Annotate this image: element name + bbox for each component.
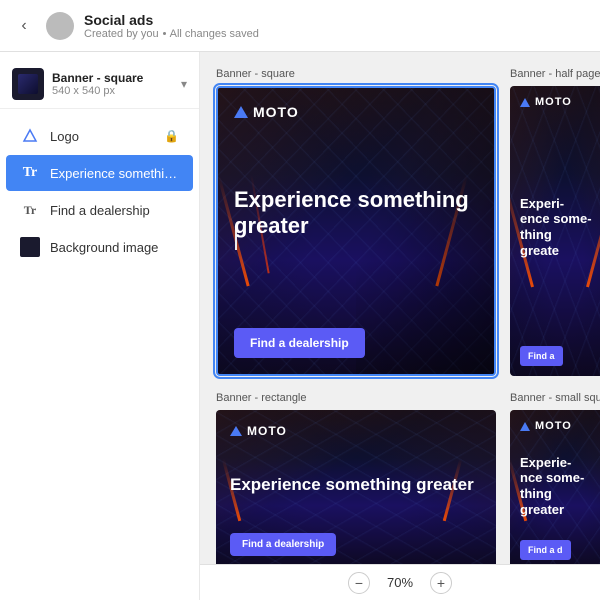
cta-button-3[interactable]: Find a dealership (230, 533, 336, 556)
cta-button-4[interactable]: Find a d (520, 540, 571, 560)
banner-halfpage-cta: Find a (520, 346, 600, 366)
avatar (46, 12, 74, 40)
banner-thumbnail (12, 68, 44, 100)
background-layer-label: Background image (50, 240, 179, 255)
sidebar-item-experience[interactable]: Tr Experience something... (6, 155, 193, 191)
zoom-plus-button[interactable]: + (430, 572, 452, 594)
moto-text-3: MOTO (247, 424, 287, 438)
banner-name: Banner - square (52, 71, 173, 85)
moto-text-2: MOTO (535, 96, 572, 108)
banner-middle-content: Experience something greater (234, 187, 478, 262)
sidebar-item-dealership[interactable]: Tr Find a dealership (6, 192, 193, 228)
moto-logo: MOTO (234, 104, 478, 120)
banner-square[interactable]: MOTO Experience something greater Find a… (216, 86, 496, 376)
canvas-row-1: Banner - square MOTO Experience somethin… (216, 68, 584, 376)
banner-smallsq-container: Banner - small square MOTO Experie-nce s… (510, 392, 600, 570)
moto-triangle-icon-3 (230, 426, 242, 436)
dealership-layer-label: Find a dealership (50, 203, 179, 218)
banner-rect-content: Experience something greater (230, 475, 482, 495)
banner-smallsq-content: Experie-nce some-thinggreater (520, 455, 600, 517)
moto-logo-2: MOTO (520, 96, 600, 108)
zoom-plus-icon: + (437, 575, 445, 591)
topbar-info: Social ads Created by you All changes sa… (84, 12, 259, 40)
save-status: All changes saved (170, 28, 259, 40)
app-layout: Banner - square 540 x 540 px ▾ Logo 🔒 (0, 52, 600, 600)
moto-triangle-icon (234, 106, 248, 118)
moto-triangle-icon-2 (520, 98, 530, 107)
banner-rect-cta: Find a dealership (230, 533, 482, 556)
banner-headline: Experience something greater (234, 187, 478, 240)
text-icon: Tr (20, 163, 40, 183)
experience-layer-label: Experience something... (50, 166, 179, 181)
canvas-row-2: Banner - rectangle MOTO Experience somet… (216, 392, 584, 570)
background-icon (20, 237, 40, 257)
sidebar-item-logo[interactable]: Logo 🔒 (6, 118, 193, 154)
banner-square-label: Banner - square (216, 68, 496, 80)
moto-triangle-icon-4 (520, 422, 530, 431)
banner-halfpage-label: Banner - half page (510, 68, 600, 80)
banner-rect-label: Banner - rectangle (216, 392, 496, 404)
banner-cta-area: Find a dealership (234, 328, 478, 358)
banner-square-container: Banner - square MOTO Experience somethin… (216, 68, 496, 376)
page-title: Social ads (84, 12, 259, 28)
cta-button[interactable]: Find a dealership (234, 328, 365, 358)
banner-info: Banner - square 540 x 540 px (52, 71, 173, 97)
zoom-minus-button[interactable]: − (348, 572, 370, 594)
layer-list: Logo 🔒 Tr Experience something... Tr Fin… (0, 109, 199, 274)
banner-smallsq-label: Banner - small square (510, 392, 600, 404)
back-icon: ‹ (21, 17, 26, 35)
moto-logo-3: MOTO (230, 424, 482, 438)
banner-halfpage-headline: Experi-ence some-thinggreate (520, 196, 592, 258)
sidebar: Banner - square 540 x 540 px ▾ Logo 🔒 (0, 52, 200, 600)
topbar-subtitle: Created by you All changes saved (84, 28, 259, 40)
banner-small-square[interactable]: MOTO Experie-nce some-thinggreater Find … (510, 410, 600, 570)
main-canvas: Banner - square MOTO Experience somethin… (200, 52, 600, 600)
banner-rect-container: Banner - rectangle MOTO Experience somet… (216, 392, 496, 570)
logo-icon (20, 126, 40, 146)
moto-logo-4: MOTO (520, 420, 600, 432)
logo-layer-label: Logo (50, 129, 154, 144)
lock-icon: 🔒 (164, 129, 179, 143)
text2-icon: Tr (20, 200, 40, 220)
banner-smallsq-headline: Experie-nce some-thinggreater (520, 455, 600, 517)
zoom-bar: − 70% + (200, 564, 600, 600)
banner-rectangle[interactable]: MOTO Experience something greater Find a… (216, 410, 496, 570)
sidebar-item-background[interactable]: Background image (6, 229, 193, 265)
banner-smallsq-cta: Find a d (520, 540, 600, 560)
created-by: Created by you (84, 28, 159, 40)
banner-halfpage-content: Experi-ence some-thinggreate (520, 108, 600, 346)
topbar: ‹ Social ads Created by you All changes … (0, 0, 600, 52)
banner-rect-headline: Experience something greater (230, 475, 482, 495)
moto-text-4: MOTO (535, 420, 572, 432)
banner-thumb-inner (18, 74, 38, 94)
banner-halfpage-container: Banner - half page MOTO Experi-ence some… (510, 68, 600, 376)
banner-halfpage[interactable]: MOTO Experi-ence some-thinggreate Find a (510, 86, 600, 376)
cta-button-2[interactable]: Find a (520, 346, 563, 366)
zoom-minus-icon: − (355, 575, 363, 591)
banner-size: 540 x 540 px (52, 85, 173, 97)
separator-dot (163, 32, 166, 35)
banner-selector[interactable]: Banner - square 540 x 540 px ▾ (0, 60, 199, 109)
back-button[interactable]: ‹ (12, 14, 36, 38)
zoom-value: 70% (382, 575, 418, 590)
moto-logo-text: MOTO (253, 104, 299, 120)
chevron-down-icon: ▾ (181, 77, 187, 91)
